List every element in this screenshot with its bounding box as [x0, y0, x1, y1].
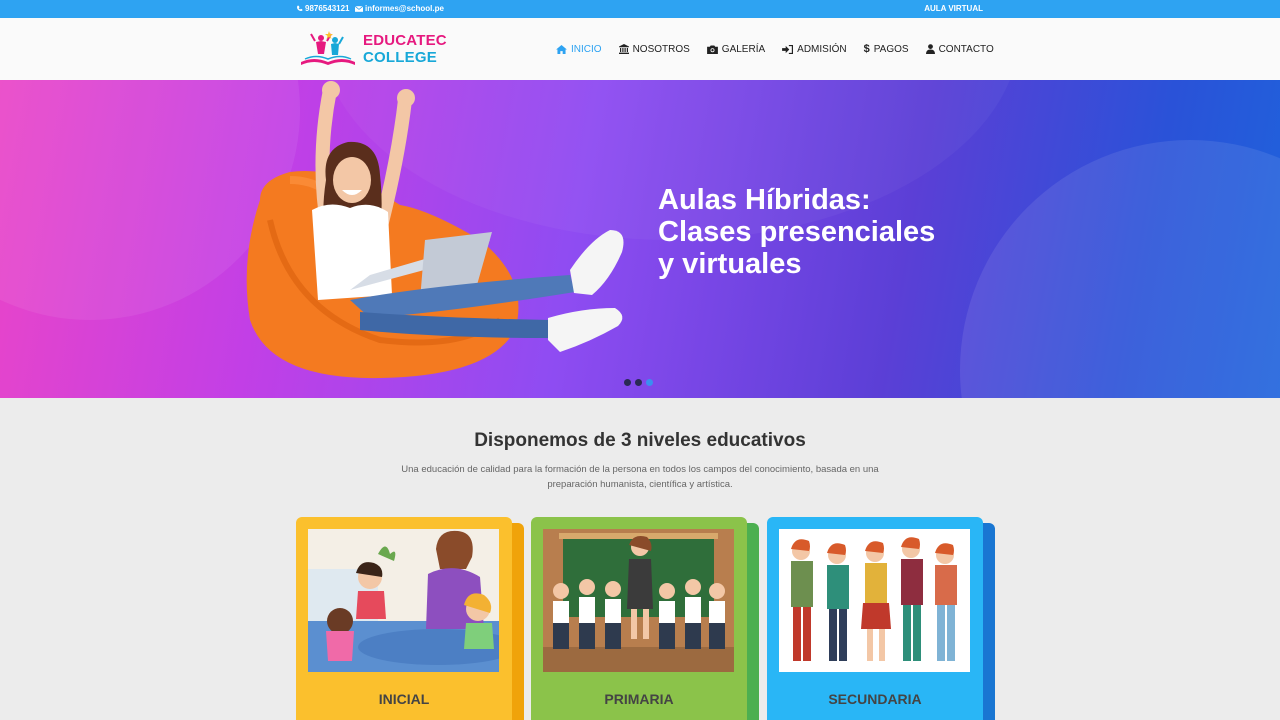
section-subtitle: Una educación de calidad para la formaci… — [401, 464, 879, 490]
slider-dot-active[interactable] — [646, 379, 653, 386]
nav-label-galeria: GALERÍA — [721, 43, 766, 55]
hero-girl-beanbag-image — [246, 81, 624, 379]
nav-item-galeria[interactable]: GALERÍA — [706, 42, 766, 56]
nav-item-pagos[interactable]: $ PAGOS — [864, 42, 909, 56]
top-bar: 9876543121 informes@school.pe AULA VIRTU… — [0, 0, 1280, 18]
phone-icon — [297, 5, 303, 12]
nav-item-admision[interactable]: ADMISIÓN — [782, 42, 847, 56]
logo-text: EDUCATEC COLLEGE — [363, 32, 499, 66]
email-address: informes@school.pe — [365, 4, 444, 13]
camera-icon — [706, 44, 718, 54]
aula-virtual-link[interactable]: AULA VIRTUAL — [924, 4, 983, 13]
main-nav: INICIO NOSOTROS GALERÍA ADMISIÓN $ PAGOS… — [556, 42, 994, 56]
card-label: INICIAL — [378, 691, 430, 707]
envelope-icon — [355, 5, 363, 12]
nav-item-inicio[interactable]: INICIO — [556, 42, 602, 56]
home-icon — [556, 44, 567, 54]
slider-dot[interactable] — [624, 379, 631, 386]
primaria-students-image — [543, 529, 734, 672]
hero-title-line: y virtuales — [658, 248, 802, 280]
hero-slider[interactable]: Aulas Híbridas: Clases presenciales y vi… — [0, 80, 1280, 398]
card-label: PRIMARIA — [604, 691, 674, 707]
email-contact[interactable]: informes@school.pe — [355, 4, 444, 13]
logo[interactable]: EDUCATEC COLLEGE — [299, 28, 499, 70]
level-card-inicial[interactable]: INICIAL — [296, 517, 524, 720]
logo-mark-icon — [299, 28, 357, 70]
nav-label-admision: ADMISIÓN — [797, 43, 847, 55]
nav-item-nosotros[interactable]: NOSOTROS — [618, 42, 690, 56]
nav-label-nosotros: NOSOTROS — [632, 43, 690, 55]
dollar-icon: $ — [863, 43, 870, 55]
section-title: Disponemos de 3 niveles educativos — [474, 430, 806, 451]
level-card-primaria[interactable]: PRIMARIA — [531, 517, 759, 720]
institution-icon — [618, 44, 629, 54]
slider-dot[interactable] — [635, 379, 642, 386]
card-label: SECUNDARIA — [828, 691, 922, 707]
logo-text-college: COLLEGE — [363, 49, 437, 66]
hero-decoration — [960, 140, 1280, 398]
user-icon — [925, 44, 935, 54]
phone-number: 9876543121 — [305, 4, 350, 13]
slider-dots — [624, 379, 653, 386]
hero-title-line: Clases presenciales — [658, 216, 936, 248]
logo-text-educatec: EDUCATEC — [363, 32, 447, 49]
nav-item-contacto[interactable]: CONTACTO — [925, 42, 994, 56]
sign-in-icon — [782, 44, 794, 54]
hero-title: Aulas Híbridas: Clases presenciales y vi… — [658, 184, 978, 280]
level-card-secundaria[interactable]: SECUNDARIA — [767, 517, 995, 720]
nav-label-inicio: INICIO — [571, 43, 602, 55]
secundaria-students-image — [779, 529, 970, 672]
inicial-classroom-image — [308, 529, 499, 672]
phone-contact[interactable]: 9876543121 — [296, 4, 350, 13]
site-header: EDUCATEC COLLEGE INICIO NOSOTROS GALERÍA… — [0, 18, 1280, 80]
hero-title-line: Aulas Híbridas: — [658, 184, 871, 216]
nav-label-contacto: CONTACTO — [938, 43, 994, 55]
nav-label-pagos: PAGOS — [873, 43, 909, 55]
